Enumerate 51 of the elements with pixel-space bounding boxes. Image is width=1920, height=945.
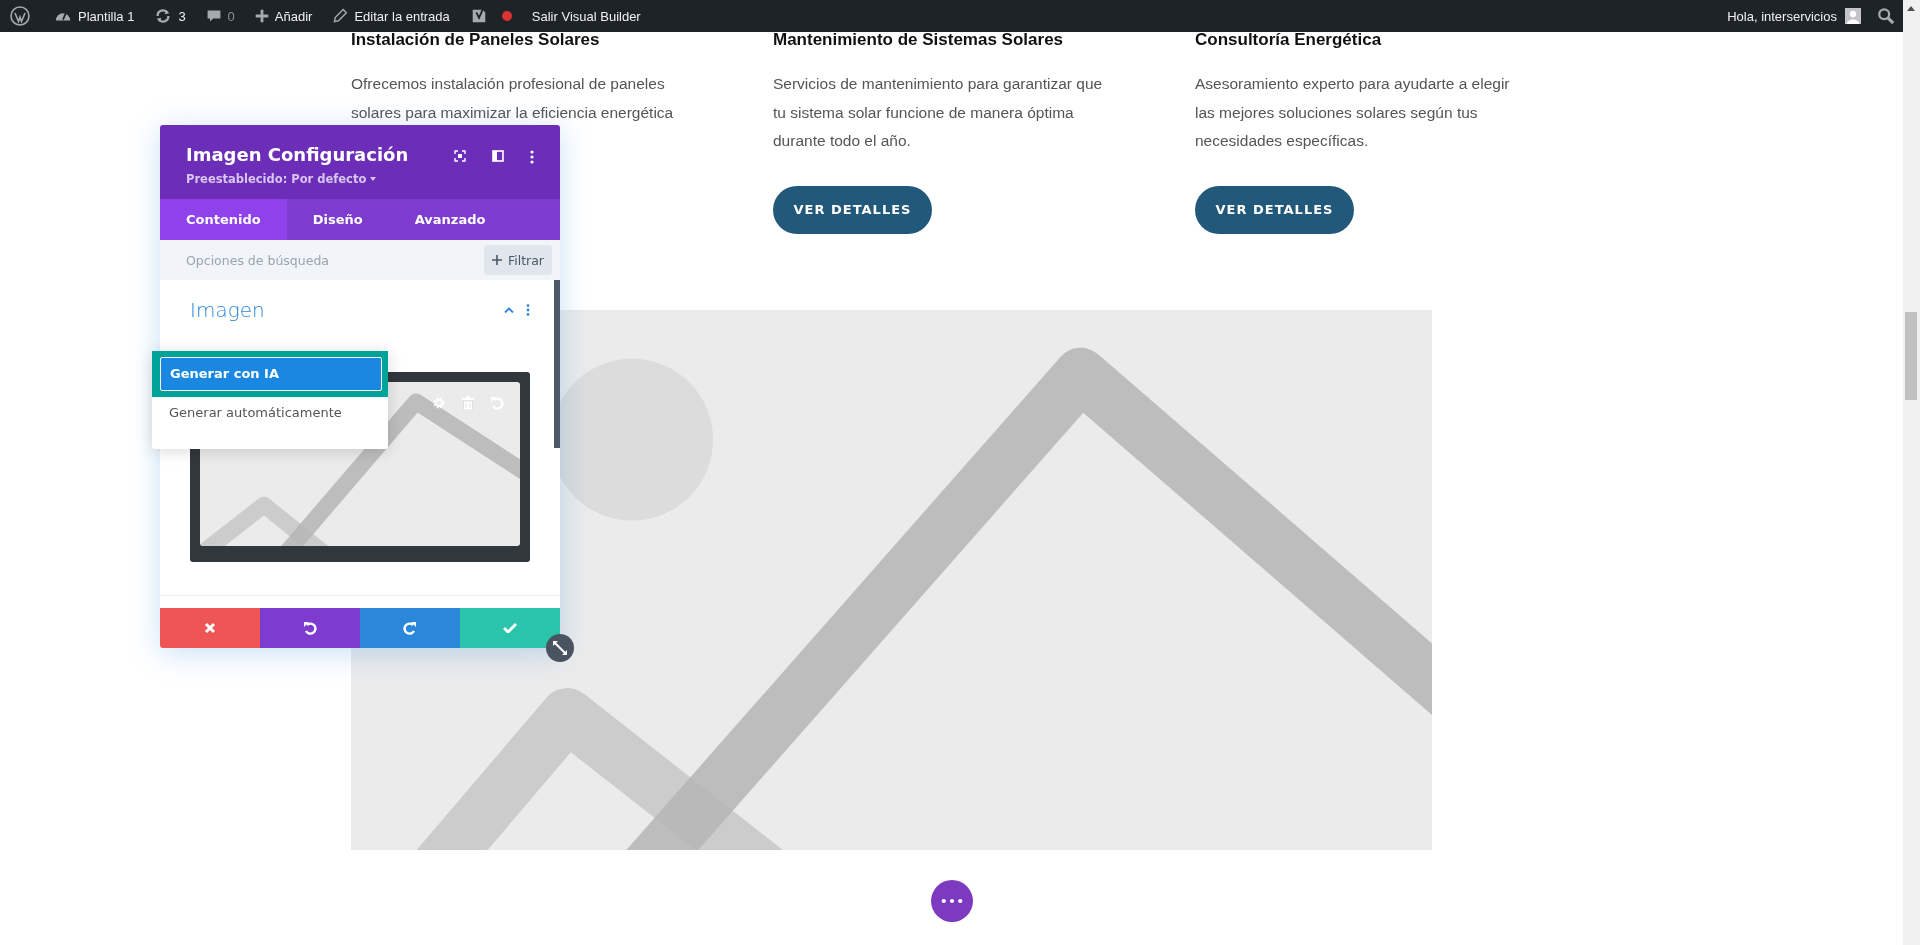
scrollbar[interactable] xyxy=(554,280,560,448)
service-description: Ofrecemos instalación profesional de paneles solares para maximizar la eficiencia energética xyxy=(351,74,675,123)
split-view-icon[interactable] xyxy=(492,150,504,162)
caret-icon xyxy=(370,177,377,181)
more-options-icon[interactable] xyxy=(530,150,534,164)
panel-tab[interactable]: Avanzado xyxy=(388,199,512,240)
wordpress-logo-icon[interactable] xyxy=(10,6,30,26)
redo-icon xyxy=(403,621,417,635)
scrollbar[interactable] xyxy=(1903,0,1920,945)
chevron-up-icon[interactable] xyxy=(504,307,514,313)
details-button[interactable]: VER DETALLES xyxy=(1195,185,1354,234)
toolbar-link[interactable]: Salir Visual Builder xyxy=(517,0,651,32)
service-title: Consultoría Energética xyxy=(1195,29,1383,51)
scrollbar-thumb[interactable] xyxy=(1905,312,1917,400)
panel-tab[interactable]: Diseño xyxy=(286,199,389,240)
plus-icon xyxy=(491,255,502,265)
dots-icon xyxy=(940,897,963,904)
search-field[interactable]: Opciones de búsqueda xyxy=(186,252,386,268)
pencil-icon xyxy=(332,8,349,24)
avatar-icon xyxy=(1845,8,1861,24)
updates-link[interactable]: 3 xyxy=(144,0,196,32)
service-description: Asesoramiento experto para ayudarte a elegir las mejores soluciones solares según tus necesidades específicas. xyxy=(1195,74,1511,151)
save-button[interactable] xyxy=(460,608,560,648)
close-icon xyxy=(204,622,216,634)
resize-handle-icon[interactable] xyxy=(546,634,574,662)
search-icon[interactable] xyxy=(1877,7,1895,25)
toolbar-link[interactable]: Editar la entrada xyxy=(322,0,460,32)
service-title: Instalación de Paneles Solares xyxy=(351,29,601,51)
filter-button[interactable]: Filtrar xyxy=(483,245,552,275)
panel-tab[interactable]: Contenido xyxy=(160,199,287,240)
undo-icon xyxy=(303,621,317,635)
refresh-icon xyxy=(154,7,173,25)
service-title: Mantenimiento de Sistemas Solares xyxy=(773,29,1065,51)
comment-icon xyxy=(205,8,222,24)
preset-dropdown[interactable]: Preestablecido: Por defecto xyxy=(186,172,409,186)
account-link[interactable]: Hola, interservicios xyxy=(1717,0,1871,32)
more-options-icon[interactable] xyxy=(526,304,530,316)
expand-icon[interactable] xyxy=(454,150,466,162)
comments-link[interactable]: 0 xyxy=(195,0,245,32)
menu-item[interactable]: Generar con IA xyxy=(160,357,382,391)
scroll-up-icon[interactable] xyxy=(1907,6,1915,11)
toolbar-link[interactable]: Plantilla 1 xyxy=(44,0,145,32)
more-button[interactable] xyxy=(930,879,973,922)
section-title[interactable]: Imagen xyxy=(190,298,492,322)
panel-title: Imagen Configuración xyxy=(186,143,409,167)
details-button[interactable]: VER DETALLES xyxy=(773,185,932,234)
plus-icon xyxy=(254,9,269,23)
service-description: Servicios de mantenimiento para garantizar que tu sistema solar funcione de manera óptima durante todo el año. xyxy=(773,74,1104,151)
toolbar-link[interactable]: Añadir xyxy=(244,0,323,32)
menu-item[interactable]: Generar automáticamente xyxy=(160,397,380,429)
checkmark-icon xyxy=(503,623,517,633)
